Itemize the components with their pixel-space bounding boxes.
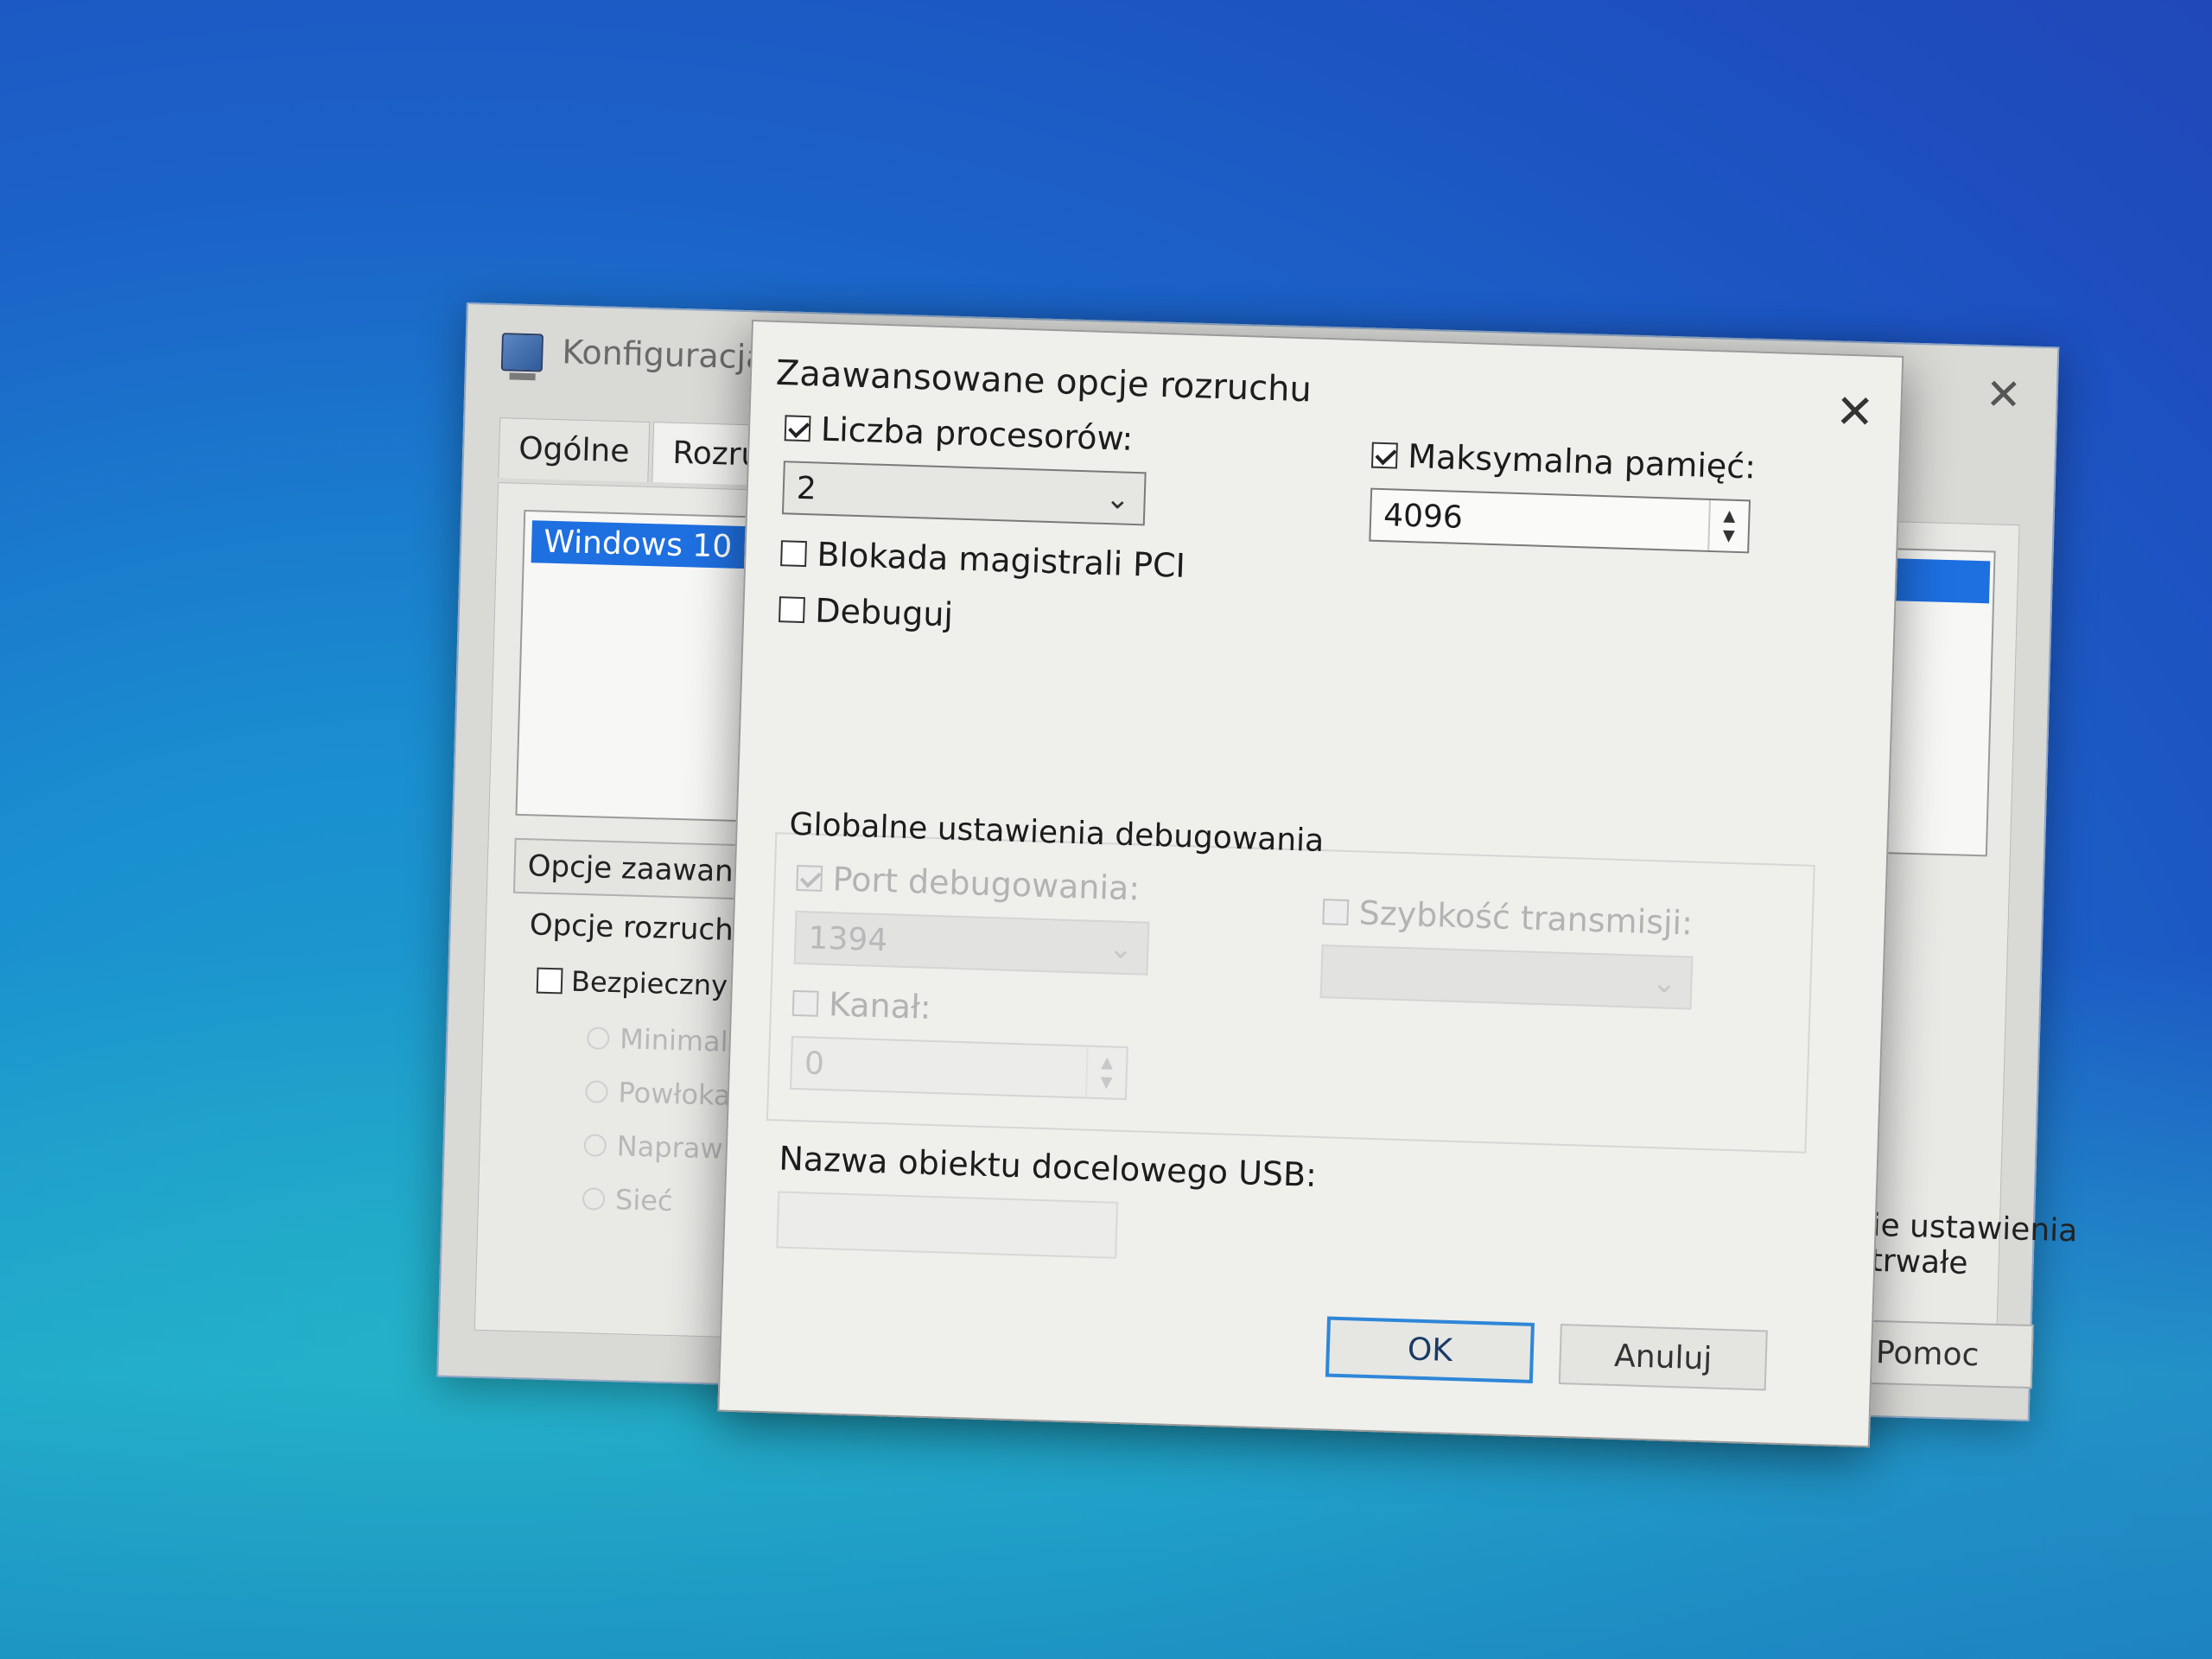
num-processors-label: Liczba procesorów: [820, 410, 1134, 458]
radio-dot [582, 1187, 606, 1211]
pci-lock-checkbox[interactable] [780, 540, 807, 568]
radio-label: Powłoka [618, 1076, 732, 1112]
debug-row[interactable]: Debuguj [779, 590, 954, 633]
debug-port-value: 1394 [807, 919, 888, 958]
max-memory-checkbox[interactable] [1370, 442, 1398, 469]
dialog-title: Zaawansowane opcje rozruchu [775, 353, 1313, 410]
arrow-up-icon[interactable]: ▲ [1101, 1052, 1114, 1073]
arrow-down-icon[interactable]: ▼ [1722, 525, 1735, 546]
close-icon[interactable]: ✕ [1985, 369, 2023, 420]
channel-spinner[interactable]: 0 ▲ ▼ [790, 1035, 1128, 1101]
max-memory-spinner[interactable]: 4096 ▲ ▼ [1369, 487, 1751, 554]
msconfig-app-icon [500, 333, 544, 372]
window-title: Konfiguracja [561, 333, 767, 377]
tab-general[interactable]: Ogólne [498, 417, 651, 482]
safe-boot-row[interactable]: Bezpieczny [536, 964, 728, 1002]
safe-boot-label: Bezpieczny [570, 964, 728, 1002]
debug-port-dropdown[interactable]: 1394 ⌄ [793, 910, 1150, 976]
max-memory-row[interactable]: Maksymalna pamięć: [1370, 436, 1757, 486]
close-icon[interactable]: ✕ [1834, 384, 1875, 439]
radio-dot [586, 1027, 610, 1050]
radio-network[interactable]: Sieć [582, 1182, 674, 1218]
pci-lock-row[interactable]: Blokada magistrali PCI [780, 534, 1186, 585]
radio-dot [583, 1134, 607, 1157]
max-memory-label: Maksymalna pamięć: [1407, 436, 1757, 486]
channel-row[interactable]: Kanał: [791, 984, 931, 1027]
arrow-up-icon[interactable]: ▲ [1723, 505, 1736, 526]
advanced-options-button[interactable]: Opcje zaawans [512, 837, 764, 900]
chevron-down-icon: ⌄ [1108, 931, 1134, 967]
num-processors-dropdown[interactable]: 2 ⌄ [781, 461, 1147, 526]
debug-label: Debuguj [814, 591, 954, 634]
safe-boot-checkbox[interactable] [536, 967, 563, 995]
radio-repair[interactable]: Napraw [583, 1128, 724, 1166]
chevron-down-icon: ⌄ [1651, 965, 1678, 1001]
baud-rate-checkbox[interactable] [1322, 899, 1350, 926]
ok-button[interactable]: OK [1325, 1316, 1535, 1383]
num-processors-row[interactable]: Liczba procesorów: [784, 409, 1134, 458]
radio-label: Napraw [616, 1129, 724, 1166]
pci-lock-label: Blokada magistrali PCI [816, 535, 1186, 585]
advanced-boot-options-dialog: Zaawansowane opcje rozruchu ✕ Liczba pro… [717, 320, 1904, 1448]
channel-checkbox[interactable] [791, 989, 819, 1017]
chevron-down-icon: ⌄ [1104, 480, 1131, 517]
channel-value: 0 [804, 1045, 825, 1082]
radio-label: Sieć [614, 1183, 674, 1218]
channel-label: Kanał: [828, 985, 932, 1027]
radio-alternate-shell[interactable]: Powłoka [585, 1075, 731, 1112]
debug-port-checkbox[interactable] [796, 864, 823, 892]
usb-target-input[interactable] [776, 1191, 1119, 1259]
max-memory-value: 4096 [1382, 497, 1464, 536]
spin-buttons[interactable]: ▲ ▼ [1707, 499, 1749, 552]
debug-checkbox[interactable] [779, 596, 805, 624]
radio-dot [585, 1080, 608, 1103]
arrow-down-icon[interactable]: ▼ [1100, 1072, 1113, 1093]
cancel-button[interactable]: Anuluj [1558, 1323, 1768, 1391]
num-processors-checkbox[interactable] [784, 415, 811, 442]
usb-target-row: Nazwa obiektu docelowego USB: [779, 1139, 1318, 1194]
spin-buttons[interactable]: ▲ ▼ [1084, 1046, 1127, 1099]
usb-target-label: Nazwa obiektu docelowego USB: [778, 1139, 1318, 1195]
boot-options-label: Opcje rozruch [529, 907, 734, 948]
num-processors-value: 2 [796, 470, 817, 506]
